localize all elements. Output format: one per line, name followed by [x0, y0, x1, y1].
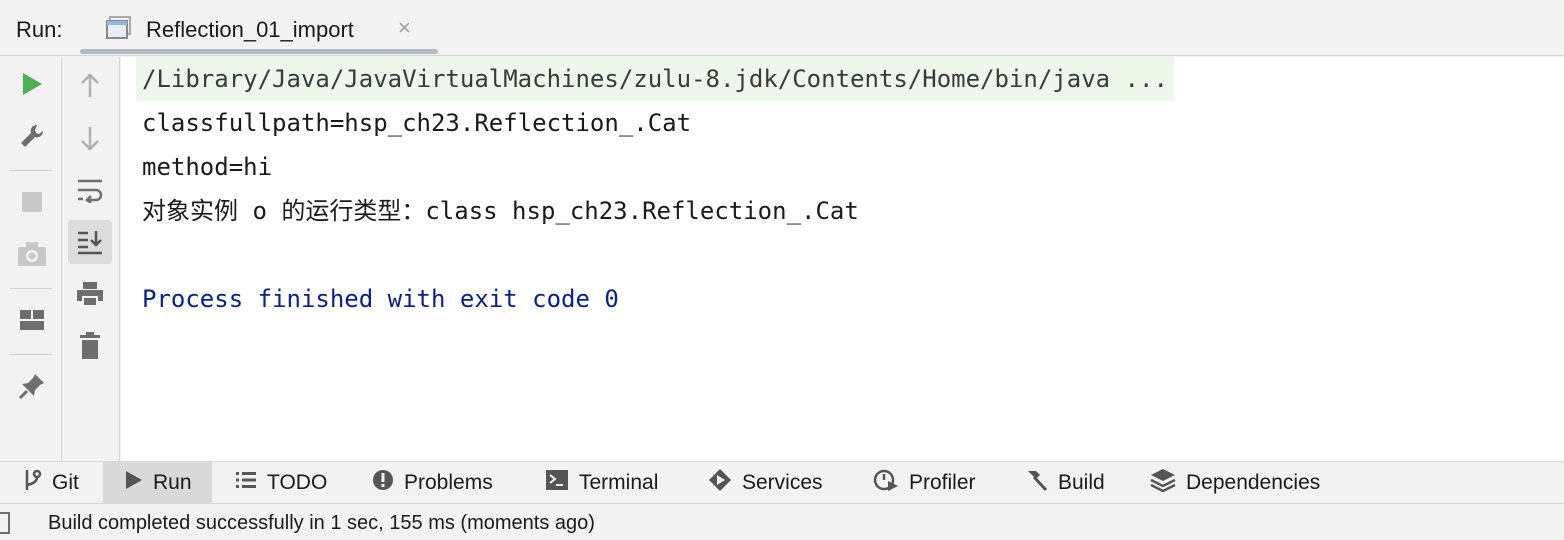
layers-icon [1150, 468, 1176, 498]
tool-tab-label: Dependencies [1186, 471, 1321, 494]
tool-tab-build[interactable]: Build [1022, 462, 1105, 504]
run-configuration-tab[interactable]: Reflection_01_import × [80, 0, 438, 56]
status-bar: Build completed successfully in 1 sec, 1… [0, 505, 1564, 540]
run-actions-toolbar [0, 57, 62, 461]
toolbar-separator [10, 354, 52, 355]
console-line: 对象实例 o 的运行类型：class hsp_ch23.Reflection_.… [142, 197, 859, 225]
tool-tab-label: Profiler [909, 471, 976, 494]
tool-tab-problems[interactable]: Problems [372, 462, 493, 504]
camera-icon[interactable] [10, 232, 54, 276]
warning-circle-icon [372, 469, 394, 497]
trash-icon[interactable] [68, 324, 112, 368]
soft-wrap-icon[interactable] [68, 168, 112, 212]
tool-tab-terminal[interactable]: Terminal [545, 462, 658, 504]
print-icon[interactable] [68, 272, 112, 316]
tool-tab-label: Problems [404, 471, 493, 494]
tool-tab-label: Services [742, 471, 823, 494]
panel-toggle-icon[interactable] [0, 512, 10, 534]
list-icon [235, 470, 257, 496]
console-actions-toolbar [62, 57, 120, 461]
tool-window-bar: Git Run TODO Problems Terminal Services … [0, 461, 1564, 504]
console-window-icon [106, 16, 132, 40]
layout-icon[interactable] [10, 298, 54, 342]
tab-active-indicator [80, 49, 438, 54]
stop-icon[interactable] [10, 180, 54, 224]
tool-tab-profiler[interactable]: Profiler [873, 462, 976, 504]
pin-icon[interactable] [10, 364, 54, 408]
run-tab-title: Reflection_01_import [146, 17, 354, 42]
toolbar-separator [10, 170, 52, 171]
tool-tab-label: Build [1058, 471, 1105, 494]
profiler-icon [873, 468, 899, 498]
tool-tab-label: Git [52, 471, 79, 494]
process-exit-message: Process finished with exit code 0 [142, 285, 619, 313]
console-line: classfullpath=hsp_ch23.Reflection_.Cat [142, 109, 692, 137]
run-label: Run: [16, 17, 63, 42]
tool-tab-dependencies[interactable]: Dependencies [1150, 462, 1320, 504]
tool-tab-run[interactable]: Run [103, 462, 212, 504]
tool-tab-label: TODO [267, 471, 328, 494]
console-command-line[interactable]: /Library/Java/JavaVirtualMachines/zulu-8… [136, 57, 1174, 101]
services-icon [708, 468, 732, 498]
run-tool-window-header: Run: Reflection_01_import × [0, 0, 1564, 56]
close-tab-icon[interactable]: × [398, 15, 411, 41]
tool-tab-services[interactable]: Services [708, 462, 823, 504]
tool-tab-label: Terminal [579, 471, 659, 494]
tool-tab-todo[interactable]: TODO [235, 462, 327, 504]
status-message[interactable]: Build completed successfully in 1 sec, 1… [48, 512, 595, 535]
run-play-icon [125, 470, 143, 496]
arrow-up-icon[interactable] [68, 64, 112, 108]
tool-tab-git[interactable]: Git [22, 462, 79, 504]
tool-tab-label: Run [153, 471, 192, 494]
toolbar-separator [10, 288, 52, 289]
hammer-icon [1022, 468, 1048, 498]
git-branch-icon [22, 468, 42, 498]
terminal-icon [545, 469, 569, 497]
console-output[interactable]: /Library/Java/JavaVirtualMachines/zulu-8… [121, 57, 1564, 461]
rerun-icon[interactable] [10, 62, 54, 106]
scroll-to-end-icon[interactable] [68, 220, 112, 264]
arrow-down-icon[interactable] [68, 116, 112, 160]
wrench-icon[interactable] [10, 114, 54, 158]
console-line: method=hi [142, 153, 273, 181]
